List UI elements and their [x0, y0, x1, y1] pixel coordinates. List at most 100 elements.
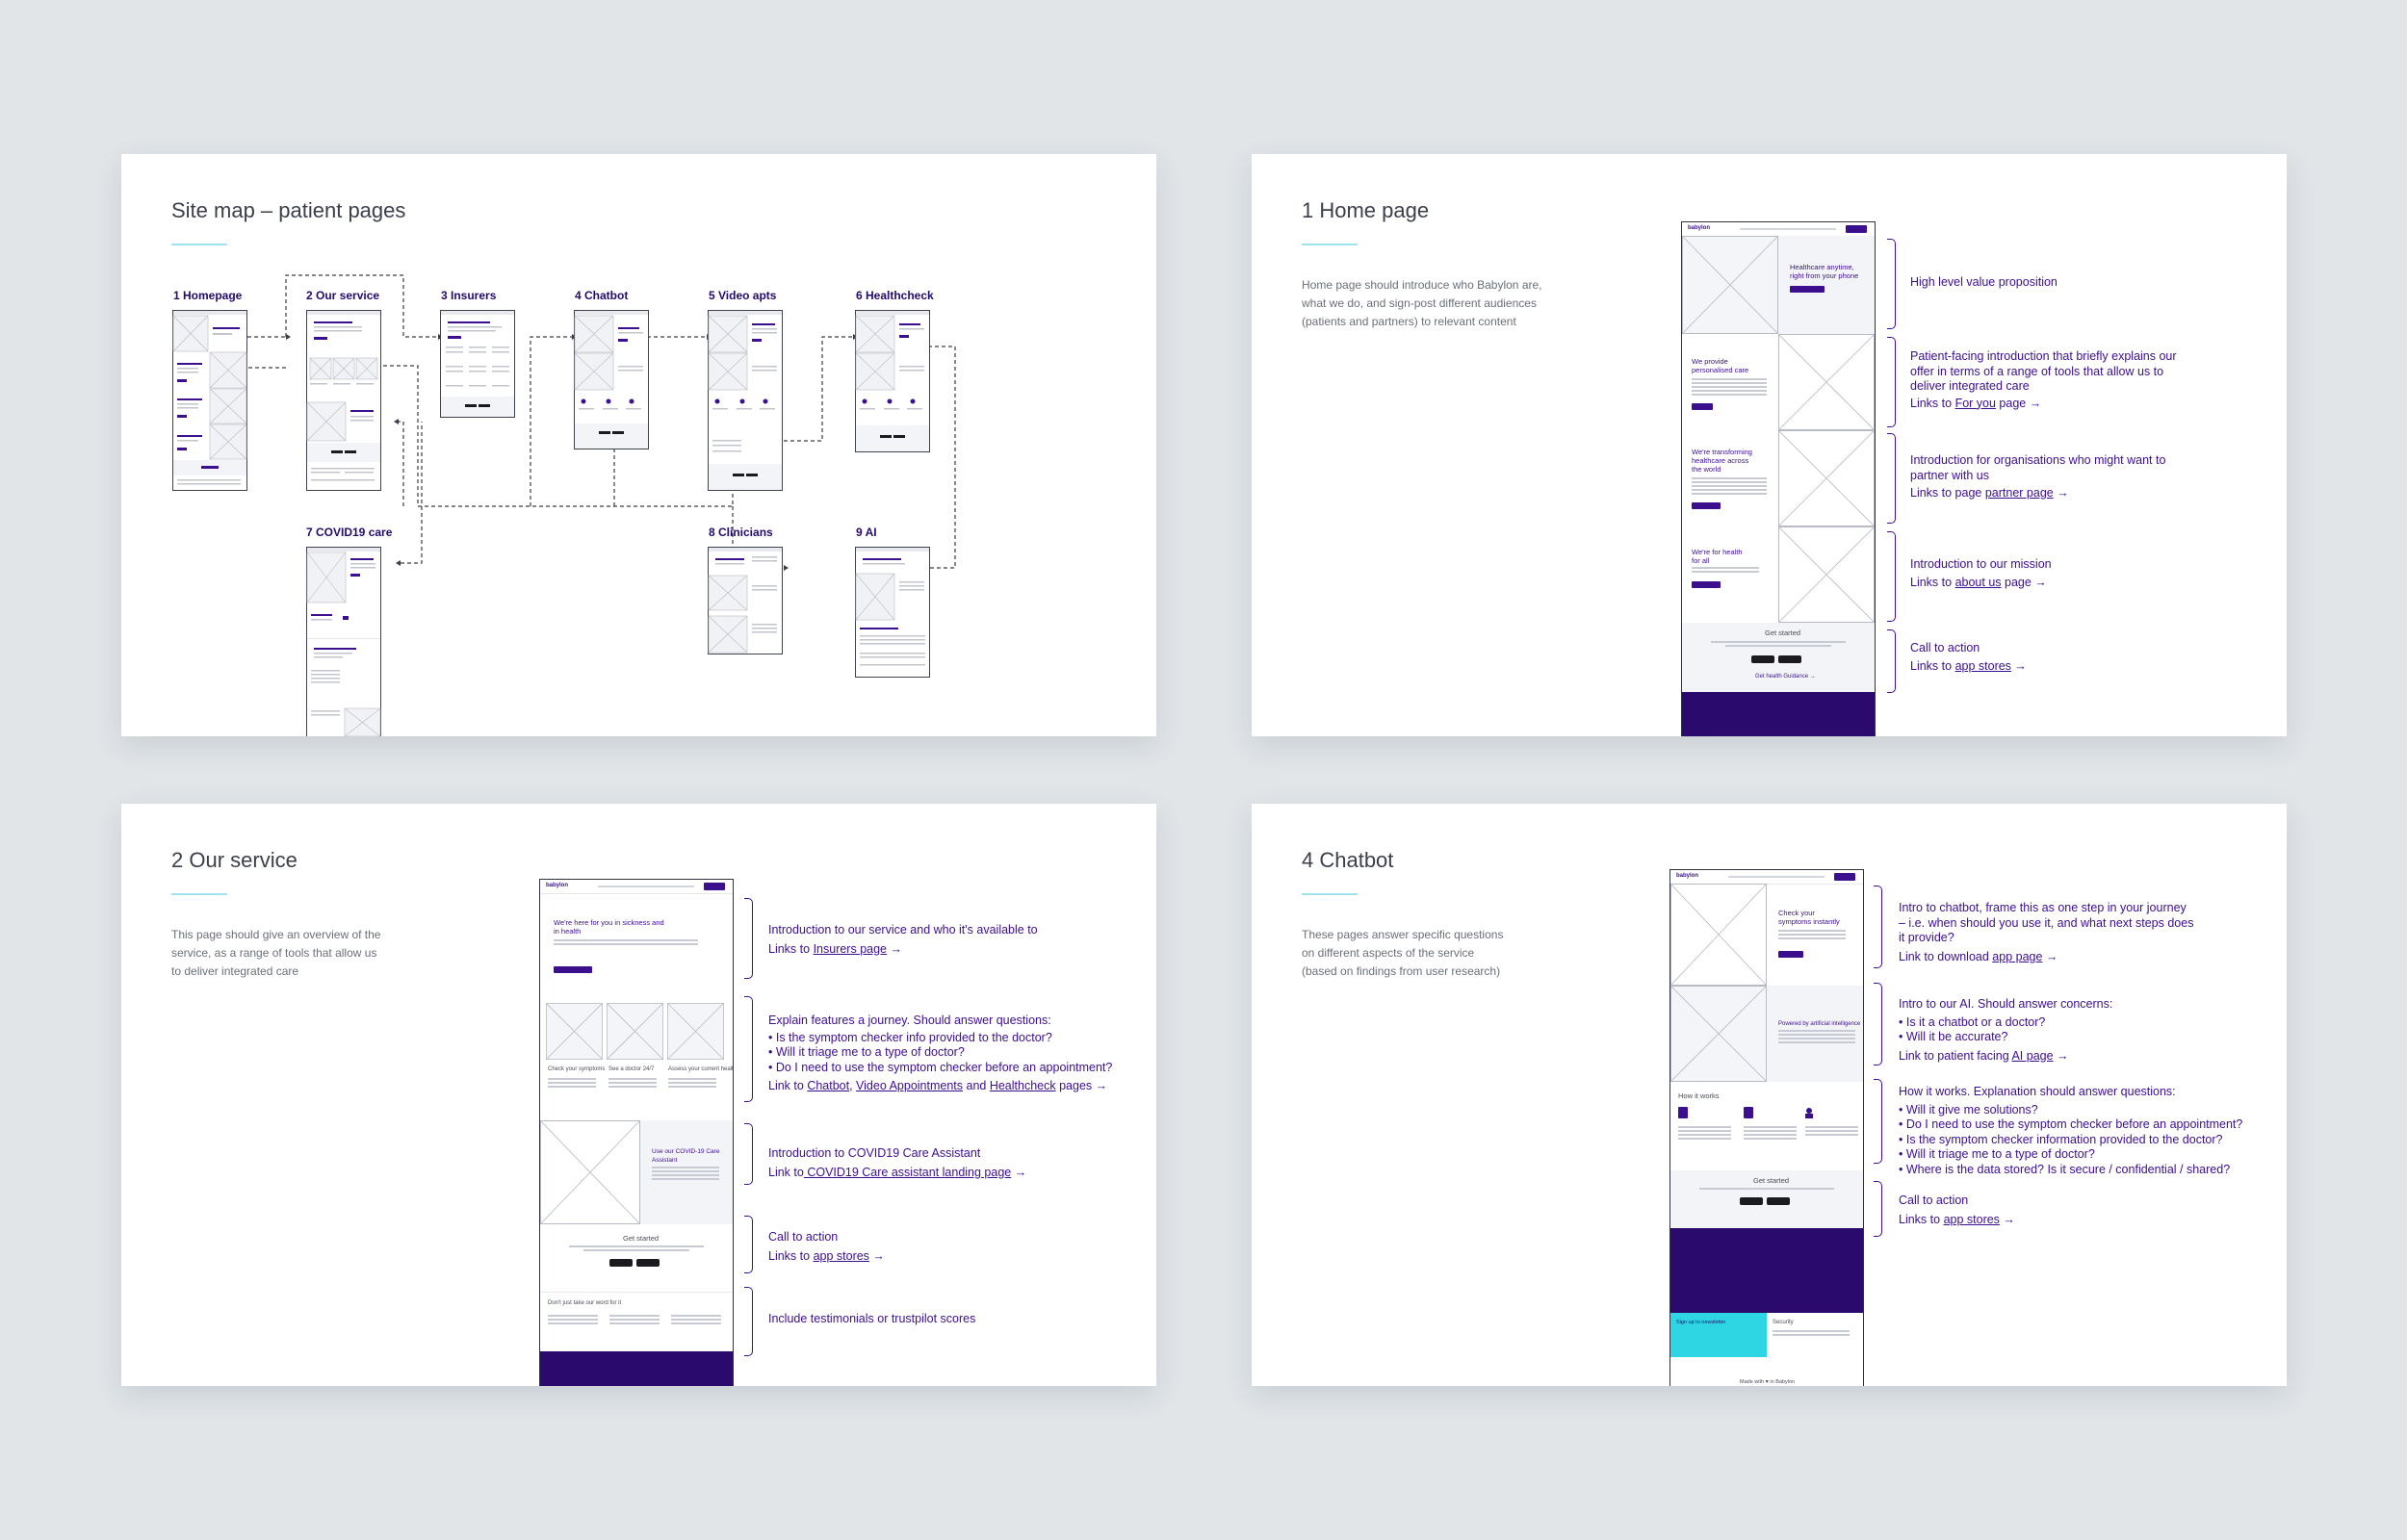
for-you-link[interactable]: For you [1955, 397, 1996, 410]
image-placeholder [1682, 236, 1778, 334]
app-store-button[interactable] [1740, 1197, 1763, 1205]
wireframe-insurers[interactable] [440, 310, 515, 418]
slide-chatbot: 4 Chatbot These pages answer specific qu… [1252, 804, 2287, 1386]
insurers-page-link[interactable]: Insurers page [814, 942, 887, 956]
slide-our-service: 2 Our service This page should give an o… [121, 804, 1156, 1386]
nav-cta-button[interactable] [1834, 873, 1855, 881]
bracket [1887, 629, 1896, 693]
google-play-button[interactable] [1778, 655, 1801, 663]
annotation-how-it-works: How it works. Explanation should answer … [1899, 1085, 2243, 1176]
sitemap-label-healthcheck: 6 Healthcheck [856, 289, 934, 302]
annotation-testimonials: Include testimonials or trustpilot score… [768, 1312, 976, 1325]
annotation-cta: Call to action Links to app stores → [768, 1230, 885, 1263]
ai-heading: Powered by artificial intelligence [1778, 1021, 1861, 1027]
for-you-button[interactable] [1692, 403, 1713, 410]
partner-page-link[interactable]: partner page [1985, 486, 2054, 500]
card-assess-health: Assess your current health [668, 1066, 734, 1072]
video-appointments-link[interactable]: Video Appointments [856, 1079, 963, 1092]
slide-title: 4 Chatbot [1302, 848, 1394, 872]
covid-landing-link[interactable]: COVID19 Care assistant landing page [804, 1166, 1011, 1179]
our-service-mockup: babylon We're here for you in sickness a… [539, 879, 734, 1386]
annotation-cta: Call to action Links to app stores → [1899, 1194, 2015, 1226]
annotation-value-prop: High level value proposition [1910, 275, 2058, 289]
image-placeholder [1670, 884, 1767, 986]
bracket [1874, 1181, 1882, 1237]
google-play-button[interactable] [1767, 1197, 1790, 1205]
app-stores-link[interactable]: app stores [814, 1249, 869, 1263]
chatbot-link[interactable]: Chatbot [807, 1079, 849, 1092]
wireframe-ai[interactable] [855, 547, 930, 678]
bracket [1887, 239, 1896, 329]
wireframe-covid-care[interactable] [306, 547, 381, 736]
ai-page-link[interactable]: AI page [2011, 1049, 2053, 1063]
annotation-covid: Introduction to COVID19 Care Assistant L… [768, 1146, 1027, 1179]
title-underline [1302, 244, 1358, 245]
sitemap-label-clinicians: 8 Clinicians [709, 526, 773, 539]
newsletter-heading: Sign up to newsletter [1676, 1320, 1726, 1325]
mock-footer [540, 1351, 733, 1386]
google-play-button[interactable] [636, 1259, 660, 1267]
image-placeholder [1778, 526, 1875, 623]
hero-button[interactable] [554, 966, 592, 973]
hero-button[interactable] [1778, 951, 1803, 958]
app-page-link[interactable]: app page [1992, 950, 2042, 963]
babylon-logo: babylon [1676, 873, 1699, 879]
reviews-heading: Don't just take our word for it [548, 1300, 622, 1306]
bracket [744, 898, 753, 979]
wireframe-homepage[interactable] [172, 310, 247, 491]
about-us-link[interactable]: about us [1955, 576, 2002, 589]
bracket [744, 996, 753, 1102]
bracket [1874, 983, 1882, 1065]
sitemap-label-insurers: 3 Insurers [441, 289, 497, 302]
hero-button[interactable] [1790, 286, 1825, 293]
get-health-guidance-link[interactable]: Get health Guidance → [1755, 673, 1816, 681]
made-with-love: Made with ♥ in Babylon [1740, 1379, 1796, 1385]
app-store-button[interactable] [609, 1259, 633, 1267]
app-store-button[interactable] [1751, 655, 1774, 663]
section-transforming-title: We're transforming healthcare across the w… [1692, 448, 1752, 474]
get-started-heading: Get started [1765, 629, 1801, 637]
hero-headline: We're here for you in sickness and in hea… [554, 918, 664, 936]
app-stores-link[interactable]: app stores [1944, 1213, 2000, 1226]
slide-description: These pages answer specific questions on… [1302, 928, 1504, 978]
title-underline [1302, 893, 1358, 895]
app-stores-link[interactable]: app stores [1955, 659, 2011, 673]
card-check-symptoms: Check your symptoms [548, 1066, 606, 1072]
slide-description: This page should give an overview of the… [171, 928, 381, 978]
nav-cta-button[interactable] [1846, 225, 1867, 233]
sitemap-label-homepage: 1 Homepage [173, 289, 243, 302]
security-heading: Security [1773, 1320, 1794, 1325]
bracket [744, 1216, 753, 1273]
how-icons [1678, 1107, 1813, 1118]
hero-headline: Check your symptoms instantly [1778, 909, 1840, 926]
healthcheck-link[interactable]: Healthcheck [990, 1079, 1056, 1092]
wireframe-chatbot[interactable] [574, 310, 649, 449]
section-health-for-all-title: We're for health for all [1692, 548, 1743, 565]
mock-footer [1682, 692, 1875, 736]
wireframe-video-apts[interactable] [708, 310, 783, 491]
section-personalised-care-title: We provide personalised care [1692, 357, 1749, 374]
wireframe-our-service[interactable] [306, 310, 381, 491]
slide-description: Home page should introduce who Babylon a… [1302, 278, 1542, 328]
sitemap-label-video-apts: 5 Video apts [709, 289, 777, 302]
mock-nav: babylon [1682, 222, 1875, 237]
sitemap-label-chatbot: 4 Chatbot [575, 289, 629, 302]
bracket [1874, 1079, 1882, 1164]
sitemap-label-ai: 9 AI [856, 526, 877, 539]
nav-cta-button[interactable] [704, 883, 725, 890]
card-see-doctor: See a doctor 24/7 [608, 1066, 655, 1072]
slide-home-page: 1 Home page Home page should introduce w… [1252, 154, 2287, 736]
annotation-chatbot-intro: Intro to chatbot, frame this as one step… [1899, 901, 2194, 963]
wireframe-healthcheck[interactable] [855, 310, 930, 452]
covid-image-placeholder [540, 1120, 640, 1224]
partner-button[interactable] [1692, 502, 1721, 509]
annotation-features: Explain features a journey. Should answe… [768, 1014, 1113, 1092]
how-it-works-heading: How it works [1678, 1091, 1720, 1100]
wireframe-clinicians[interactable] [708, 547, 783, 654]
chatbot-mockup: babylon Check your symptoms instantly Pow… [1669, 869, 1864, 1386]
about-button[interactable] [1692, 581, 1721, 588]
get-started-heading: Get started [623, 1234, 660, 1243]
homepage-mockup: babylon Healthcare anytime, right from yo… [1681, 221, 1876, 736]
slide-title: 1 Home page [1302, 198, 1430, 222]
annotation-cta: Call to action Links to app stores → [1910, 641, 2027, 673]
